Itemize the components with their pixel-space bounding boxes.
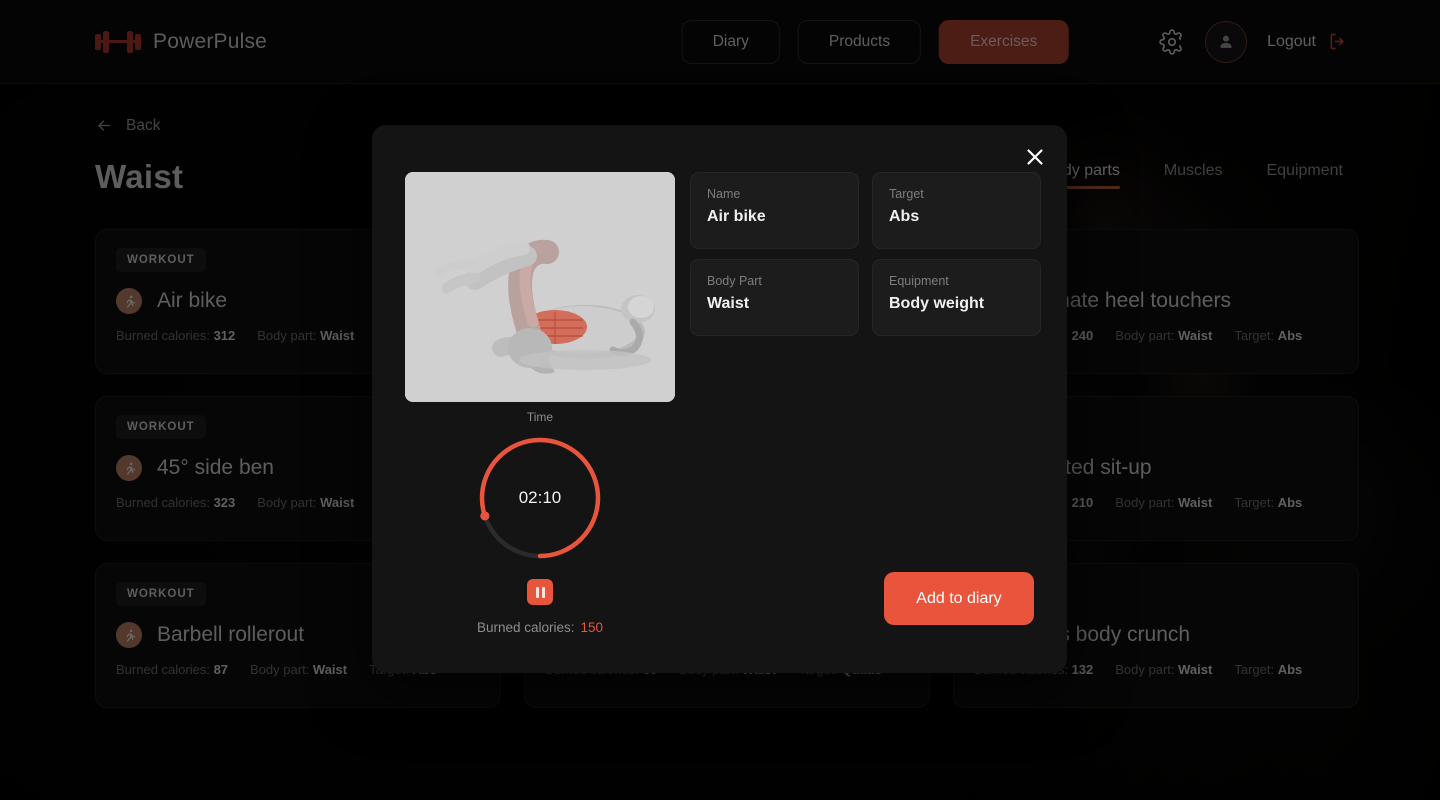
- burned-calories: Burned calories: 150: [405, 620, 675, 635]
- timer-section: Time 02:10 Burned calories: 150: [405, 410, 675, 635]
- info-label: Body Part: [707, 274, 762, 288]
- info-card-name: Name Air bike: [690, 172, 859, 249]
- pause-button[interactable]: [527, 579, 553, 605]
- app-root: PowerPulse Diary Products Exercises L: [0, 0, 1440, 800]
- info-value: Abs: [889, 208, 920, 225]
- burned-calories-label: Burned calories:: [476, 620, 575, 635]
- burned-calories-value: 150: [580, 620, 604, 635]
- timer-value: 02:10: [518, 488, 562, 507]
- close-icon[interactable]: [1022, 144, 1048, 170]
- add-to-diary-button[interactable]: Add to diary: [884, 572, 1034, 625]
- info-card-body-part: Body Part Waist: [690, 259, 859, 336]
- exercise-illustration: [405, 172, 675, 402]
- pause-icon: [535, 586, 539, 598]
- timer-ring: 02:10: [475, 433, 605, 563]
- exercise-info-grid: Name Air bike Target Abs Body Part Waist Equip…: [690, 172, 1041, 336]
- info-label: Name: [707, 187, 741, 201]
- exercise-detail-modal: Name Air bike Target Abs Body Part Waist Equip…: [372, 125, 1067, 673]
- timer-label: Time: [526, 410, 554, 424]
- info-label: Target: [889, 187, 924, 201]
- info-card-target: Target Abs: [872, 172, 1041, 249]
- info-value: Air bike: [707, 208, 766, 225]
- air-bike-anatomy-illustration: [405, 172, 675, 402]
- info-card-equipment: Equipment Body weight: [872, 259, 1041, 336]
- info-value: Body weight: [889, 295, 985, 312]
- info-value: Waist: [707, 295, 750, 312]
- info-label: Equipment: [889, 274, 949, 288]
